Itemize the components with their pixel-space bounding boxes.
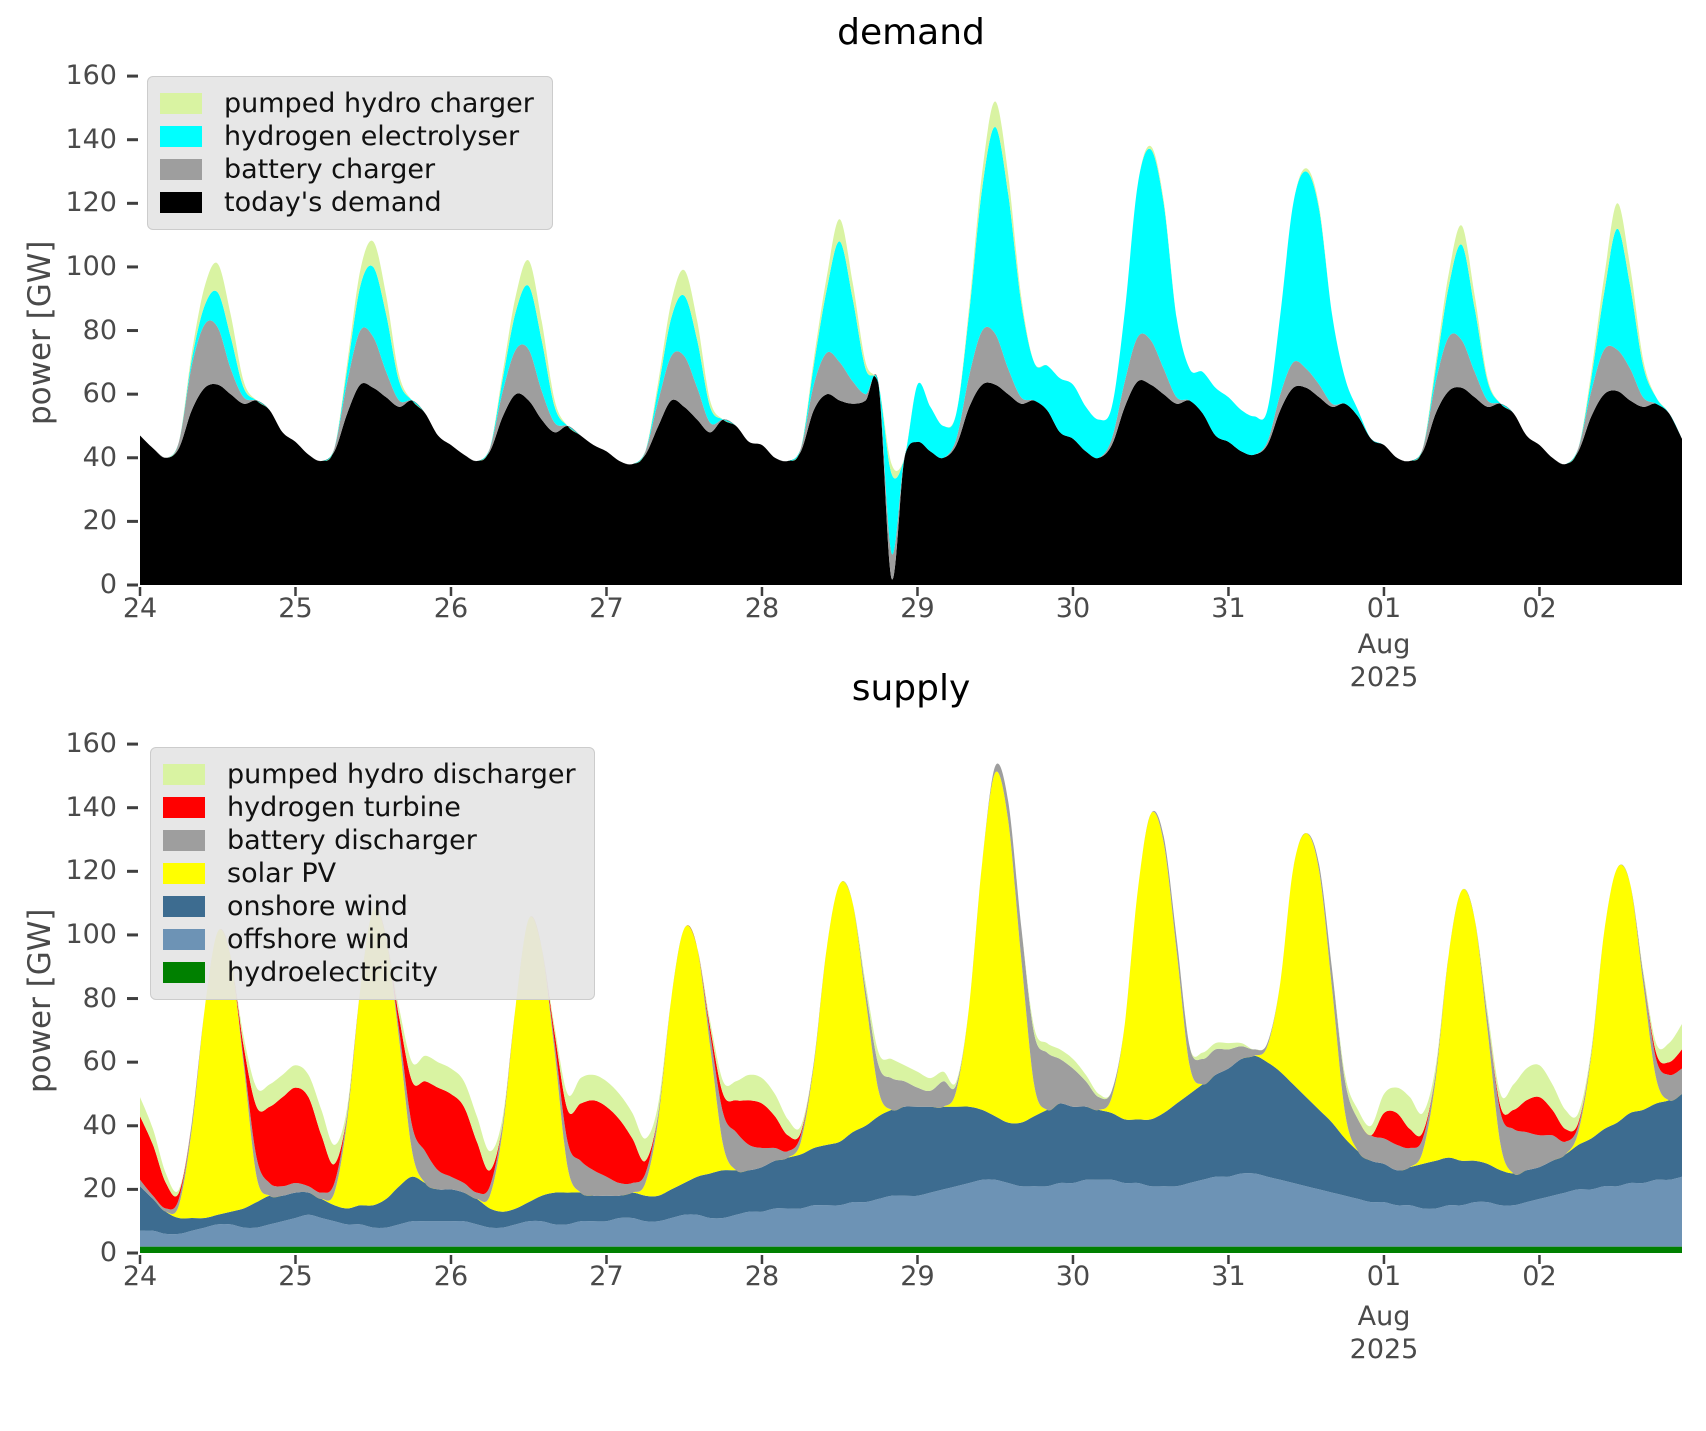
supply-legend: pumped hydro discharger hydrogen turbine b… [150, 747, 595, 1000]
x-tick-label-supply-30: 30 [1055, 1261, 1091, 1292]
legend-label: today's demand [224, 187, 442, 218]
x-tick-label-supply-31: 31 [1211, 1261, 1246, 1292]
x-tick-label-supply-01: 01 [1366, 1261, 1402, 1292]
x-tick-label-supply-27: 27 [589, 1261, 624, 1292]
legend-item: offshore wind [163, 923, 576, 956]
y-tick-label-demand-0: 0 [99, 569, 117, 600]
legend-item: pumped hydro charger [160, 87, 534, 120]
x-tick-label-supply-02: 02 [1522, 1261, 1557, 1292]
demand-legend: pumped hydro charger hydrogen electrolyse… [147, 76, 553, 230]
legend-swatch-hydrogen-electrolyser-icon [160, 126, 202, 147]
legend-label: hydrogen electrolyser [224, 121, 520, 152]
x-tick-label-demand-31: 31 [1211, 593, 1246, 624]
supply-month-year-label: Aug 2025 [1324, 1300, 1444, 1366]
legend-item: battery charger [160, 153, 534, 186]
legend-label: solar PV [227, 858, 337, 889]
legend-item: hydrogen electrolyser [160, 120, 534, 153]
x-tick-label-demand-27: 27 [589, 593, 624, 624]
y-tick-label-supply-120: 120 [65, 855, 117, 887]
y-tick-label-supply-160: 160 [65, 728, 117, 760]
legend-item: today's demand [160, 186, 534, 219]
x-tick-label-supply-29: 29 [900, 1261, 935, 1292]
supply-month: Aug [1357, 1301, 1411, 1332]
y-tick-label-demand-120: 120 [65, 187, 117, 219]
legend-label: pumped hydro charger [224, 88, 534, 119]
legend-item: pumped hydro discharger [163, 758, 576, 791]
legend-swatch-offshore-wind-icon [163, 929, 205, 950]
supply-year: 2025 [1349, 1334, 1419, 1365]
demand-chart-title: demand [837, 12, 985, 53]
x-tick-label-demand-28: 28 [744, 593, 780, 624]
legend-swatch-hydroelectricity-icon [163, 962, 205, 983]
legend-swatch-hydrogen-turbine-icon [163, 797, 205, 818]
legend-item: hydrogen turbine [163, 791, 576, 824]
x-tick-label-demand-29: 29 [900, 593, 935, 624]
x-tick-label-supply-26: 26 [433, 1261, 469, 1292]
demand-month-year-label: Aug 2025 [1324, 628, 1444, 694]
y-tick-label-demand-20: 20 [82, 505, 117, 537]
demand-area-today-s-demand [140, 374, 1682, 585]
legend-swatch-today-s-demand-icon [160, 192, 202, 213]
x-tick-label-demand-25: 25 [278, 593, 313, 624]
y-tick-label-demand-60: 60 [82, 378, 117, 410]
legend-label: pumped hydro discharger [227, 759, 576, 790]
y-tick-label-demand-160: 160 [65, 60, 117, 92]
y-tick-label-supply-140: 140 [65, 791, 117, 823]
legend-swatch-pumped-hydro-charger-icon [160, 93, 202, 114]
y-tick-label-demand-40: 40 [82, 441, 117, 473]
x-tick-label-supply-25: 25 [278, 1261, 313, 1292]
legend-label: hydrogen turbine [227, 792, 461, 823]
legend-label: onshore wind [227, 891, 408, 922]
x-tick-label-supply-28: 28 [744, 1261, 780, 1292]
legend-item: solar PV [163, 857, 576, 890]
supply-area-hydroelectricity [140, 1246, 1682, 1253]
y-tick-label-demand-140: 140 [65, 123, 117, 155]
x-tick-label-demand-01: 01 [1366, 593, 1402, 624]
legend-label: hydroelectricity [227, 957, 438, 988]
figure: demand supply power [GW] power [GW] 24 25… [0, 0, 1706, 1431]
y-tick-label-supply-60: 60 [82, 1046, 117, 1078]
legend-swatch-solar-pv-icon [163, 863, 205, 884]
demand-year: 2025 [1349, 662, 1419, 693]
legend-label: battery discharger [227, 825, 477, 856]
supply-chart-title: supply [851, 668, 971, 709]
x-tick-label-demand-26: 26 [433, 593, 469, 624]
legend-swatch-onshore-wind-icon [163, 896, 205, 917]
legend-item: onshore wind [163, 890, 576, 923]
y-tick-label-demand-100: 100 [65, 250, 117, 282]
legend-label: battery charger [224, 154, 436, 185]
legend-swatch-battery-charger-icon [160, 159, 202, 180]
x-tick-label-demand-02: 02 [1522, 593, 1557, 624]
y-tick-label-supply-40: 40 [82, 1109, 117, 1141]
legend-item: hydroelectricity [163, 956, 576, 989]
demand-month: Aug [1357, 629, 1411, 660]
legend-label: offshore wind [227, 924, 410, 955]
y-tick-label-supply-80: 80 [82, 982, 117, 1014]
y-tick-label-supply-100: 100 [65, 918, 117, 950]
y-tick-label-supply-0: 0 [99, 1237, 117, 1268]
y-tick-label-supply-20: 20 [82, 1173, 117, 1205]
y-tick-label-demand-80: 80 [82, 314, 117, 346]
legend-swatch-battery-discharger-icon [163, 830, 205, 851]
legend-item: battery discharger [163, 824, 576, 857]
x-tick-label-demand-30: 30 [1055, 593, 1091, 624]
legend-swatch-pumped-hydro-discharger-icon [163, 764, 205, 785]
